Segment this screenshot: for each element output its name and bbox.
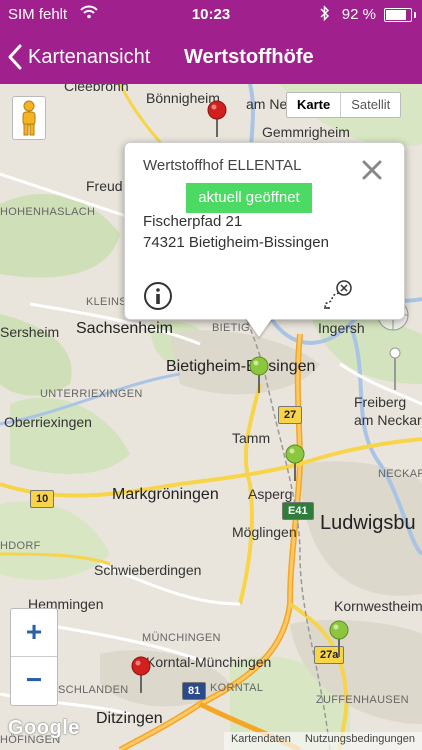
terms-link[interactable]: Nutzungsbedingungen [298,732,422,750]
google-logo: Google [8,717,80,739]
place-label: HOHENHASLACH [0,206,96,218]
map-type-karte[interactable]: Karte [287,93,342,117]
back-button-label: Kartenansicht [28,45,151,68]
map-type-satellite[interactable]: Satellit [341,93,400,117]
map-type-toggle: Karte Satellit [286,92,402,118]
zoom-out-button[interactable]: − [11,657,57,704]
place-label: am Neckar [354,412,422,428]
place-label: Ludwigsbu [320,512,416,534]
place-label: ZUFFENHAUSEN [316,694,409,706]
info-window-pointer [245,317,273,337]
place-label: Ditzingen [96,710,163,727]
map-marker-red[interactable] [206,100,228,138]
place-label: Asperg [248,486,293,502]
place-label: Sachsenheim [76,320,173,337]
address-city: 74321 Bietigheim-Bissingen [143,234,329,251]
place-label: NECKAR [378,468,422,480]
place-label: Schwieberdingen [94,562,202,578]
place-label: Freiberg [354,394,407,410]
map-data-link[interactable]: Kartendaten [224,732,298,750]
zoom-control: + − [10,608,58,706]
road-shield-e41: E41 [282,502,314,520]
place-label: Tamm [232,430,271,446]
navigation-bar: Kartenansicht Wertstoffhöfe [0,30,422,84]
info-window-title: Wertstoffhof ELLENTAL [143,157,302,174]
place-label: Bietigheim-Bissingen [166,358,316,375]
road-shield-a81: 81 [182,682,207,700]
place-label: Kornwestheim [334,598,422,614]
zoom-in-button[interactable]: + [11,609,57,657]
battery-icon [384,8,416,22]
info-window: Wertstoffhof ELLENTAL aktuell geöffnet F… [124,142,405,320]
road-shield-b27: 27 [278,406,303,424]
place-label: am Ne [246,96,288,112]
bluetooth-icon [320,5,330,26]
place-label: Möglingen [232,524,297,540]
place-label: Markgröningen [112,486,219,503]
place-label: Ingersh [318,320,365,336]
place-label: Freud [86,178,123,194]
place-label: KLEINS [86,296,127,308]
page-title: Wertstoffhöfe [184,46,314,68]
place-label: Oberriexingen [4,414,92,430]
info-icon[interactable] [143,281,173,311]
map-marker-green-selected[interactable] [248,356,270,394]
battery-percentage: 92 % [341,6,376,23]
map-footer: Kartendaten Nutzungsbedingungen [223,732,422,750]
address-street: Fischerpfad 21 [143,213,243,230]
place-label: UNTERRIEXINGEN [40,388,143,400]
battery-level-fill [386,10,407,20]
zoom-slider-icon[interactable] [388,346,402,390]
place-label: MÜNCHINGEN [142,632,221,644]
place-label: SCHLANDEN [58,684,129,696]
close-icon[interactable] [359,157,385,183]
place-label: Gemmrigheim [262,124,350,140]
chevron-left-icon [8,44,22,70]
street-view-pegman[interactable] [12,96,46,140]
place-label: HDORF [0,540,41,552]
back-button[interactable]: Kartenansicht [8,30,150,84]
place-label: Korntal-Münchingen [146,654,272,670]
pegman-icon [22,100,36,136]
place-label: Cleebronn [64,84,129,94]
place-label: KORNTAL [210,682,264,694]
map-marker-red[interactable] [130,656,152,694]
map-marker-green[interactable] [284,444,306,482]
route-icon[interactable] [321,279,357,311]
road-shield-b10: 10 [30,490,55,508]
status-bar: SIM fehlt 10:23 92 % [0,0,422,30]
map-view[interactable]: Cleebronn Bönnigheim am Ne Gemmrigheim F… [0,84,422,750]
place-label: Sersheim [0,324,60,340]
open-status-badge: aktuell geöffnet [186,183,312,213]
map-marker-green[interactable] [328,620,350,658]
